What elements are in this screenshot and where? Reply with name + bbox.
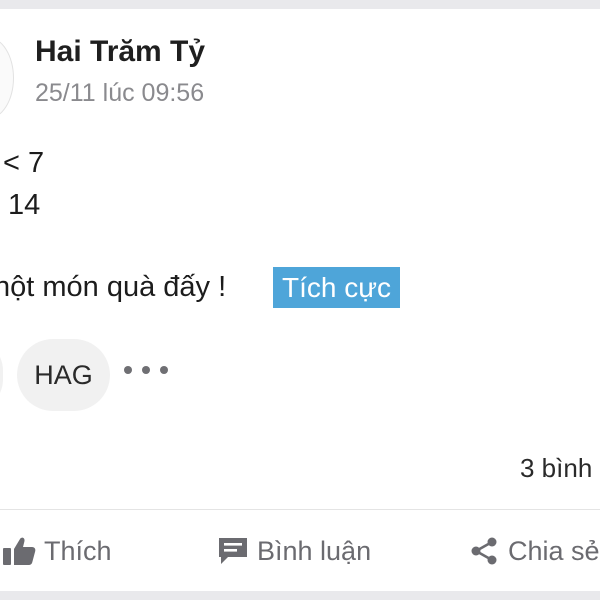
post-text-line-1: < 7 xyxy=(3,147,45,179)
stock-chip-previous[interactable] xyxy=(0,339,3,411)
share-icon xyxy=(471,537,497,565)
comment-label: Bình luận xyxy=(257,535,372,566)
like-button[interactable]: Thích xyxy=(2,529,112,573)
thumbs-up-icon xyxy=(3,537,36,565)
post-text-line-2: 14 xyxy=(8,189,41,221)
post-timestamp[interactable]: 25/11 lúc 09:56 xyxy=(35,79,204,108)
divider xyxy=(0,509,600,510)
comment-button[interactable]: Bình luận xyxy=(217,529,371,573)
ellipsis-icon[interactable] xyxy=(124,355,168,385)
comment-icon xyxy=(219,538,247,564)
post-text-line-3: nột món quà đấy ! xyxy=(0,271,227,303)
post-author[interactable]: Hai Trăm Tỷ xyxy=(35,35,205,69)
comment-count[interactable]: 3 bình xyxy=(520,453,592,484)
like-label: Thích xyxy=(44,535,112,566)
sentiment-tag: Tích cực xyxy=(273,267,400,308)
avatar[interactable] xyxy=(0,37,14,119)
share-label: Chia sẻ xyxy=(508,535,600,566)
share-button[interactable]: Chia sẻ xyxy=(468,529,600,573)
stock-chip-hag[interactable]: HAG xyxy=(17,339,110,411)
post-card: Hai Trăm Tỷ 25/11 lúc 09:56 < 7 14 nột m… xyxy=(0,9,600,591)
